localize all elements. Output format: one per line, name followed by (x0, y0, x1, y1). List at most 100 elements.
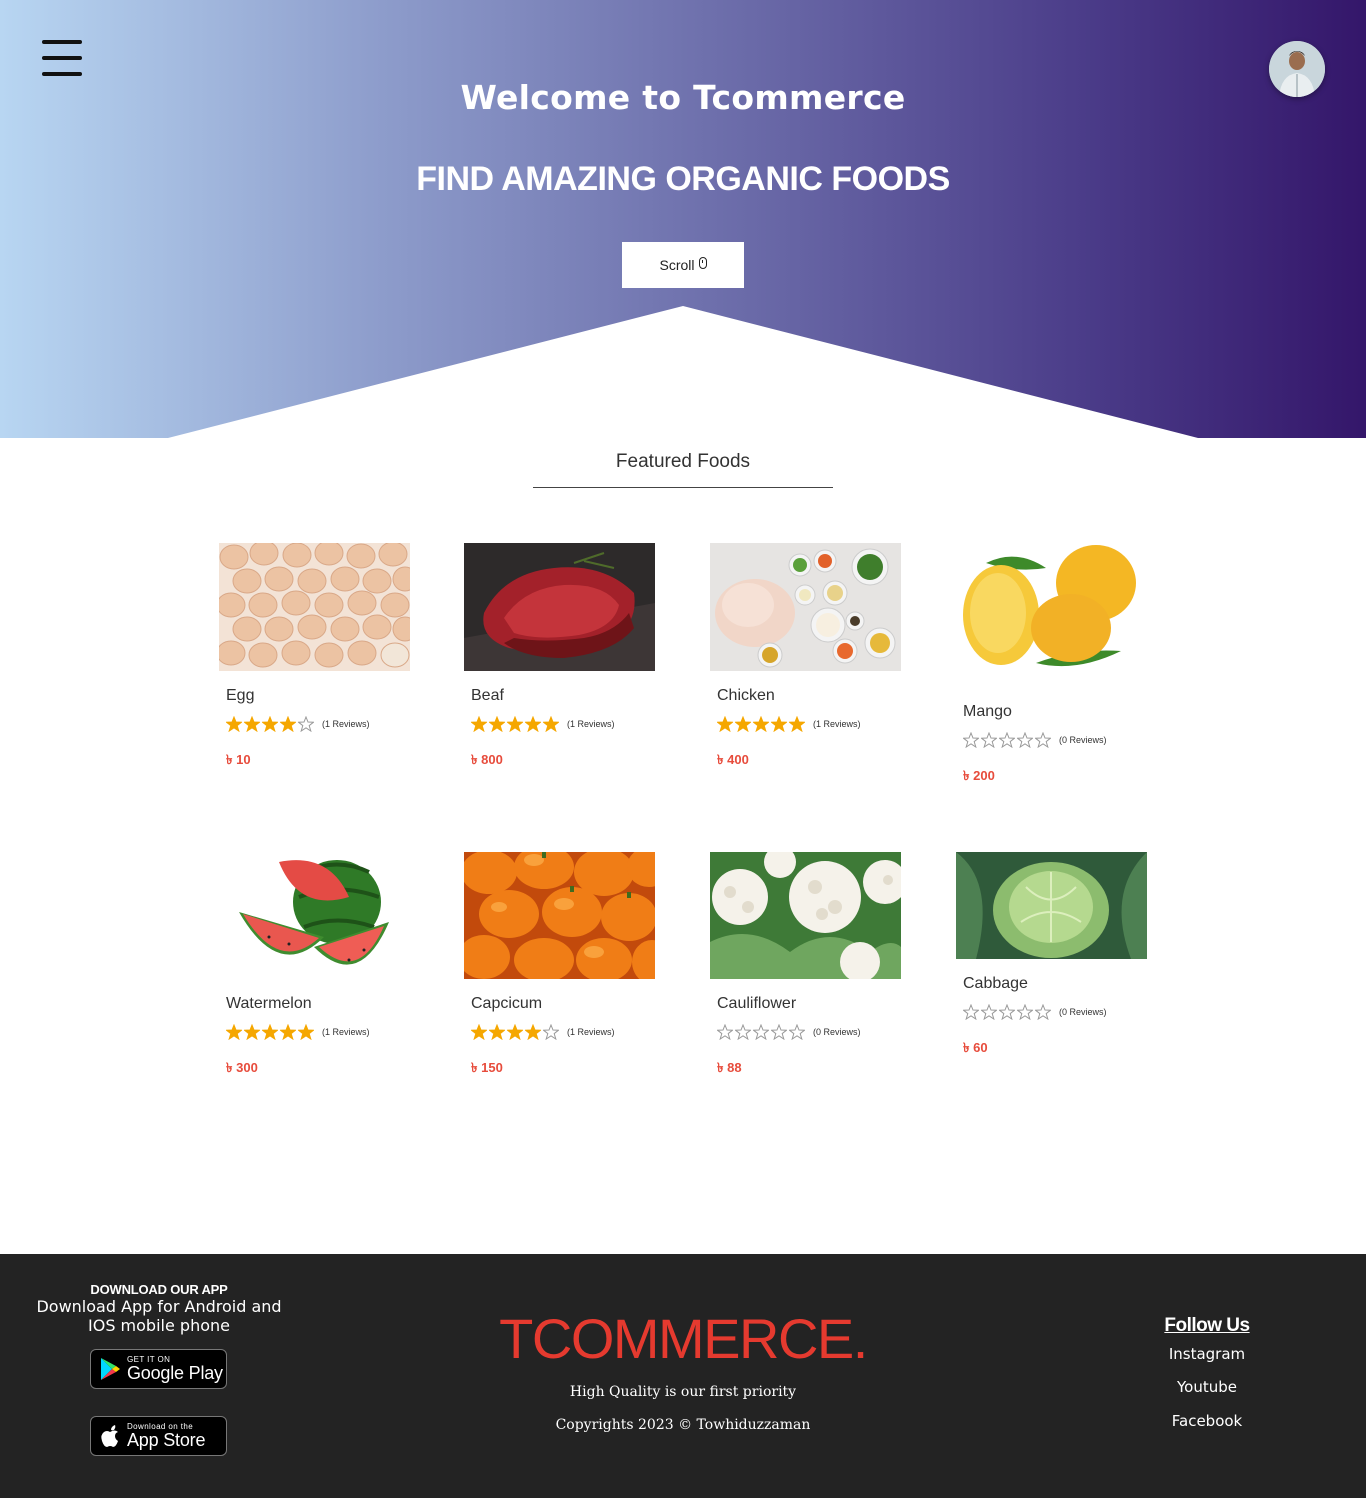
product-price: ৳ 60 (963, 1039, 1151, 1060)
product-rating: (1 Reviews) (471, 1023, 659, 1041)
currency-symbol: ৳ (963, 1040, 970, 1055)
currency-symbol: ৳ (963, 768, 970, 783)
star-rating (471, 1024, 559, 1040)
review-count: (0 Reviews) (1059, 1007, 1107, 1017)
download-app-title: DOWNLOAD OUR APP (90, 1282, 228, 1297)
star-filled-icon (735, 716, 751, 732)
hero-welcome-title: Welcome to Tcommerce (460, 78, 906, 117)
star-filled-icon (717, 716, 733, 732)
star-filled-icon (471, 1024, 487, 1040)
star-filled-icon (244, 1024, 260, 1040)
product-card-cabbage[interactable]: Cabbage (0 Reviews) ৳ 60 (956, 852, 1151, 1060)
product-rating: (1 Reviews) (717, 715, 905, 733)
review-count: (1 Reviews) (322, 1027, 370, 1037)
product-card-watermelon[interactable]: Watermelon (1 Reviews) ৳ 300 (219, 852, 414, 1080)
price-value: 800 (481, 752, 503, 767)
hero-tagline: FIND AMAZING ORGANIC FOODS (416, 160, 950, 198)
capsicum-image (464, 852, 655, 979)
star-filled-icon (280, 1024, 296, 1040)
product-card-capcicum[interactable]: Capcicum (1 Reviews) ৳ 150 (464, 852, 659, 1080)
product-price: ৳ 400 (717, 751, 905, 772)
star-empty-icon (753, 1024, 769, 1040)
star-filled-icon (789, 716, 805, 732)
star-empty-icon (963, 1004, 979, 1020)
facebook-link[interactable]: Facebook (1127, 1412, 1287, 1430)
product-card-egg[interactable]: Egg (1 Reviews) ৳ 10 (219, 543, 414, 772)
youtube-link[interactable]: Youtube (1127, 1378, 1287, 1396)
product-name: Capcicum (471, 995, 543, 1012)
currency-symbol: ৳ (226, 1060, 233, 1075)
star-rating (963, 732, 1051, 748)
product-card-chicken[interactable]: Chicken (1 Reviews) ৳ 400 (710, 543, 905, 772)
star-empty-icon (1017, 1004, 1033, 1020)
star-empty-icon (717, 1024, 733, 1040)
star-filled-icon (489, 1024, 505, 1040)
price-value: 200 (973, 768, 995, 783)
star-rating (717, 716, 805, 732)
star-empty-icon (1035, 732, 1051, 748)
star-rating (471, 716, 559, 732)
star-empty-icon (981, 732, 997, 748)
star-filled-icon (298, 1024, 314, 1040)
mango-image (956, 543, 1147, 687)
product-name: Cabbage (963, 975, 1028, 992)
product-name: Cauliflower (717, 995, 797, 1012)
star-filled-icon (543, 716, 559, 732)
product-name: Beaf (471, 687, 504, 704)
review-count: (1 Reviews) (567, 719, 615, 729)
product-rating: (1 Reviews) (471, 715, 659, 733)
product-name: Egg (226, 687, 255, 704)
featured-foods-title: Featured Foods (533, 451, 833, 488)
product-price: ৳ 88 (717, 1059, 905, 1080)
hamburger-menu-icon[interactable] (42, 40, 82, 76)
product-card-mango[interactable]: Mango (0 Reviews) ৳ 200 (956, 543, 1151, 788)
product-price: ৳ 300 (226, 1059, 414, 1080)
star-filled-icon (507, 716, 523, 732)
app-store-big: App Store (127, 1430, 206, 1450)
star-filled-icon (226, 1024, 242, 1040)
instagram-link[interactable]: Instagram (1127, 1345, 1287, 1363)
currency-symbol: ৳ (471, 1060, 478, 1075)
hero-divider-shape (168, 306, 1198, 438)
review-count: (0 Reviews) (813, 1027, 861, 1037)
star-filled-icon (244, 716, 260, 732)
price-value: 300 (236, 1060, 258, 1075)
product-card-cauliflower[interactable]: Cauliflower (0 Reviews) ৳ 88 (710, 852, 905, 1080)
star-empty-icon (298, 716, 314, 732)
star-filled-icon (471, 716, 487, 732)
star-filled-icon (280, 716, 296, 732)
review-count: (0 Reviews) (1059, 735, 1107, 745)
product-rating: (1 Reviews) (226, 715, 414, 733)
price-value: 400 (727, 752, 749, 767)
star-empty-icon (735, 1024, 751, 1040)
star-filled-icon (525, 1024, 541, 1040)
star-filled-icon (226, 716, 242, 732)
star-empty-icon (963, 732, 979, 748)
review-count: (1 Reviews) (567, 1027, 615, 1037)
scroll-button[interactable]: Scroll (622, 242, 744, 288)
star-filled-icon (525, 716, 541, 732)
price-value: 88 (727, 1060, 742, 1075)
star-filled-icon (489, 716, 505, 732)
cauliflower-image (710, 852, 901, 979)
star-filled-icon (262, 716, 278, 732)
beef-image (464, 543, 655, 671)
price-value: 150 (481, 1060, 503, 1075)
star-empty-icon (1035, 1004, 1051, 1020)
star-filled-icon (262, 1024, 278, 1040)
star-rating (963, 1004, 1051, 1020)
scroll-label: Scroll (659, 257, 695, 273)
currency-symbol: ৳ (717, 752, 724, 767)
star-filled-icon (507, 1024, 523, 1040)
product-rating: (0 Reviews) (963, 731, 1151, 749)
product-name: Watermelon (226, 995, 312, 1012)
product-rating: (0 Reviews) (963, 1003, 1151, 1021)
product-card-beaf[interactable]: Beaf (1 Reviews) ৳ 800 (464, 543, 659, 772)
review-count: (1 Reviews) (322, 719, 370, 729)
star-empty-icon (543, 1024, 559, 1040)
product-name: Mango (963, 703, 1012, 720)
product-rating: (0 Reviews) (717, 1023, 905, 1041)
star-empty-icon (999, 1004, 1015, 1020)
site-footer: DOWNLOAD OUR APP Download App for Androi… (0, 1254, 1366, 1498)
review-count: (1 Reviews) (813, 719, 861, 729)
